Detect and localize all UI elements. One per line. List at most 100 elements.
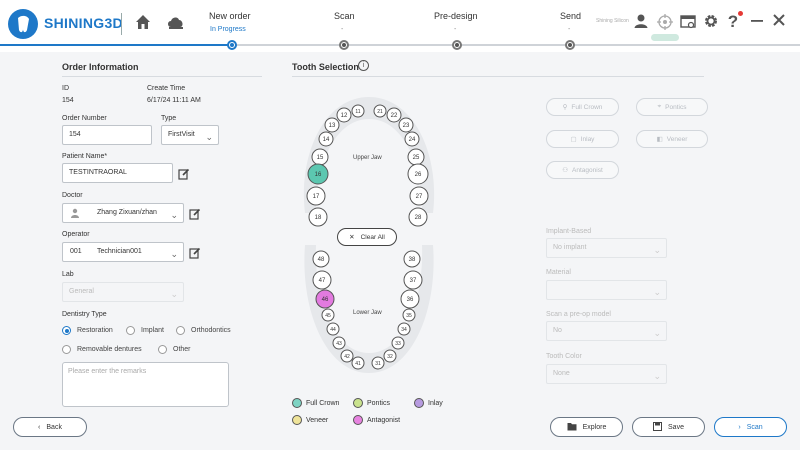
step-send-dot[interactable]: [565, 40, 575, 50]
tooth-46[interactable]: 46: [315, 289, 335, 309]
tooth-41[interactable]: 41: [351, 356, 365, 370]
info-icon[interactable]: i: [358, 60, 369, 71]
tooth-37-label: 37: [410, 278, 417, 284]
tooth-17[interactable]: 17: [306, 186, 326, 206]
edit-operator-icon[interactable]: [189, 246, 201, 259]
tooth-28[interactable]: 28: [408, 207, 428, 227]
tooth-25[interactable]: 25: [407, 148, 425, 166]
home-icon[interactable]: [134, 13, 152, 31]
clear-all-button[interactable]: ✕ Clear All: [337, 228, 397, 246]
explore-button[interactable]: Explore: [550, 417, 623, 437]
back-button[interactable]: ‹ Back: [13, 417, 87, 437]
doctor-select[interactable]: Zhang Zixuan/zhan ⌄: [62, 203, 184, 223]
step-pre-design-dot[interactable]: [452, 40, 462, 50]
veneer-button[interactable]: ◧ Veneer: [636, 130, 708, 148]
tooth-22[interactable]: 22: [386, 107, 402, 123]
tooth-26[interactable]: 26: [407, 163, 429, 185]
veneer-icon: ◧: [656, 136, 663, 143]
tooth-33-label: 33: [395, 341, 401, 347]
tooth-42-label: 42: [344, 354, 350, 360]
minimize-icon[interactable]: [748, 13, 766, 31]
radio-orthodontics[interactable]: [176, 326, 185, 335]
tooth-47[interactable]: 47: [312, 270, 332, 290]
tooth-11[interactable]: 11: [351, 104, 365, 118]
tooth-45[interactable]: 45: [321, 308, 335, 322]
tooth-15[interactable]: 15: [311, 148, 329, 166]
edit-patient-icon[interactable]: [178, 167, 190, 180]
radio-implant[interactable]: [126, 326, 135, 335]
pontics-button[interactable]: ⌖ Pontics: [636, 98, 708, 116]
pontics-icon: ⌖: [657, 103, 662, 110]
tooth-27-label: 27: [416, 194, 423, 200]
chevron-down-icon: ⌄: [170, 210, 178, 220]
tooth-13[interactable]: 13: [324, 117, 340, 133]
tooth-18-label: 18: [315, 215, 322, 221]
patient-name-field[interactable]: TESTINTRAORAL: [62, 163, 173, 183]
tooth-16[interactable]: 16: [307, 163, 329, 185]
tooth-48-label: 48: [318, 257, 325, 263]
progress-track-fill: [0, 44, 232, 46]
tooth-18[interactable]: 18: [308, 207, 328, 227]
tooth-color-label: Tooth Color: [546, 353, 582, 360]
type-value: FirstVisit: [168, 131, 195, 138]
radio-removable-dentures[interactable]: [62, 345, 71, 354]
inlay-button[interactable]: ▢ Inlay: [546, 130, 619, 148]
user-icon[interactable]: [632, 13, 650, 31]
tooth-35[interactable]: 35: [402, 308, 416, 322]
explore-label: Explore: [582, 423, 607, 431]
antagonist-button[interactable]: ⚇ Antagonist: [546, 161, 619, 179]
crosshair-icon[interactable]: [656, 13, 674, 31]
tooth-48[interactable]: 48: [312, 250, 330, 268]
pre-op-value: No: [553, 327, 562, 334]
full-crown-label: Full Crown: [571, 103, 603, 111]
tooth-27[interactable]: 27: [409, 186, 429, 206]
pre-op-select[interactable]: No ⌄: [546, 321, 667, 341]
close-icon[interactable]: [770, 13, 788, 31]
tooth-14[interactable]: 14: [318, 131, 334, 147]
antagonist-icon: ⚇: [562, 167, 569, 174]
tooth-37[interactable]: 37: [403, 270, 423, 290]
order-number-field[interactable]: 154: [62, 125, 152, 145]
tooth-38[interactable]: 38: [403, 250, 421, 268]
tooth-23[interactable]: 23: [398, 117, 414, 133]
material-select[interactable]: ⌄: [546, 280, 667, 300]
remarks-textarea[interactable]: Please enter the remarks: [62, 362, 229, 407]
tooth-24-label: 24: [409, 137, 416, 143]
tooth-24[interactable]: 24: [404, 131, 420, 147]
tooth-33[interactable]: 33: [391, 336, 405, 350]
tooth-36[interactable]: 36: [400, 289, 420, 309]
step-new-order-dot[interactable]: [227, 40, 237, 50]
window-settings-icon[interactable]: [679, 13, 697, 31]
tooth-12[interactable]: 12: [336, 107, 352, 123]
tooth-42[interactable]: 42: [340, 349, 354, 363]
save-button[interactable]: Save: [632, 417, 705, 437]
tooth-21-label: 21: [377, 109, 383, 115]
user-name: Shining Silicon: [596, 18, 629, 24]
type-select[interactable]: FirstVisit ⌄: [161, 125, 219, 145]
tooth-25-label: 25: [413, 155, 420, 161]
tooth-44[interactable]: 44: [326, 322, 340, 336]
tooth-34[interactable]: 34: [397, 322, 411, 336]
legend-full-crown-label: Full Crown: [306, 400, 340, 407]
tooth-21[interactable]: 21: [373, 104, 387, 118]
cloud-icon[interactable]: [166, 13, 184, 31]
notification-dot: [738, 11, 743, 16]
full-crown-button[interactable]: ⚲ Full Crown: [546, 98, 619, 116]
tooth-44-label: 44: [330, 327, 336, 333]
radio-restoration[interactable]: [62, 326, 71, 335]
tooth-31[interactable]: 31: [371, 356, 385, 370]
edit-doctor-icon[interactable]: [189, 207, 201, 220]
operator-select[interactable]: 001 Technician001 ⌄: [62, 242, 184, 262]
step-scan-dot[interactable]: [339, 40, 349, 50]
implant-based-select[interactable]: No implant ⌄: [546, 238, 667, 258]
scan-button[interactable]: › Scan: [714, 417, 787, 437]
material-label: Material: [546, 269, 571, 276]
tooth-color-select[interactable]: None ⌄: [546, 364, 667, 384]
gear-icon[interactable]: [702, 13, 720, 31]
lab-select[interactable]: General ⌄: [62, 282, 184, 302]
tooth-32[interactable]: 32: [383, 349, 397, 363]
tooth-43[interactable]: 43: [332, 336, 346, 350]
lab-value: General: [69, 288, 94, 295]
radio-other[interactable]: [158, 345, 167, 354]
tooth-11-label: 11: [355, 109, 360, 115]
